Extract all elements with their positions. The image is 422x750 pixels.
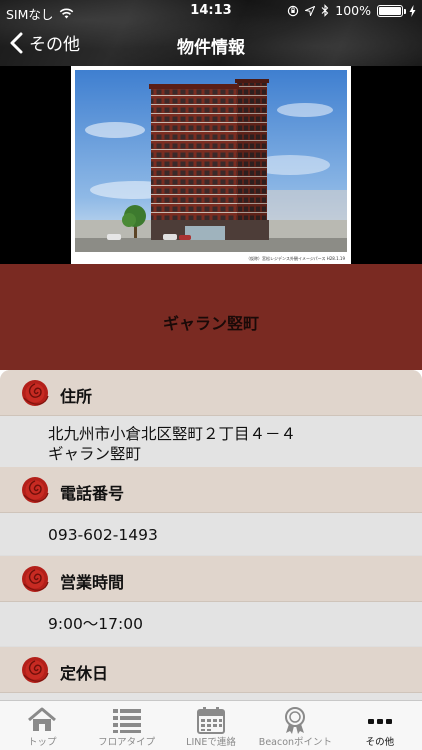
home-icon [28,707,57,731]
section-header-hours: 営業時間 [0,556,422,602]
tab-top[interactable]: トップ [0,701,84,750]
building-image: （仮称）宮松レジデンス外観イメージパース H28.1.19 [71,66,351,264]
hours-text: 9:00〜17:00 [48,615,143,633]
phone-link[interactable]: 093-602-1493 [48,525,158,545]
hero-area: （仮称）宮松レジデンス外観イメージパース H28.1.19 [0,66,422,264]
section-body-hours: 9:00〜17:00 [0,602,422,646]
top-bar: SIMなし 14:13 100% その他 物件情報 [0,0,422,66]
page-title: 物件情報 [177,38,245,58]
tab-bar: トップ フロアタイプ LINEで連絡 Beaconポイント その他 [0,700,422,750]
section-header-phone: 電話番号 [0,467,422,513]
info-card: 住所 北九州市小倉北区竪町２丁目４－４ ギャラン竪町 電話番号 093-602-… [0,370,422,700]
calendar-icon [197,707,226,734]
section-body-phone: 093-602-1493 [0,513,422,555]
image-caption: （仮称）宮松レジデンス外観イメージパース H28.1.19 [246,256,345,261]
tab-label: フロアタイプ [98,737,156,748]
tab-other[interactable]: その他 [338,701,422,750]
tab-label: Beaconポイント [258,737,333,748]
list-icon [112,709,141,733]
battery-icon [377,4,406,17]
charging-icon [409,4,416,17]
building-illustration [75,70,347,252]
address-line-1: 北九州市小倉北区竪町２丁目４－４ [48,425,297,443]
section-label: 定休日 [60,664,109,683]
section-header-address: 住所 [0,370,422,416]
navigation-bar: その他 物件情報 [0,22,422,66]
rose-icon [22,380,49,406]
orientation-lock-icon [288,5,299,16]
property-name: ギャラン竪町 [162,314,259,333]
tab-line-contact[interactable]: LINEで連絡 [169,701,253,750]
address-line-2: ギャラン竪町 [48,445,142,463]
section-label: 住所 [60,387,93,406]
section-body-holiday [0,693,422,700]
battery-percent: 100% [335,3,371,18]
rose-icon [22,477,49,503]
rose-icon [22,657,49,683]
tab-label: その他 [365,737,395,748]
tab-beacon-points[interactable]: Beaconポイント [253,701,337,750]
section-header-holiday: 定休日 [0,647,422,693]
rose-icon [22,566,49,592]
bluetooth-icon [321,4,329,17]
property-name-band: ギャラン竪町 [0,264,422,370]
location-icon [305,5,316,16]
tab-floor-type[interactable]: フロアタイプ [84,701,168,750]
badge-icon [285,707,306,734]
status-bar: SIMなし 14:13 100% [0,0,422,22]
tab-label: トップ [27,737,57,748]
section-label: 営業時間 [60,573,125,592]
more-icon [367,719,392,724]
section-label: 電話番号 [60,484,125,503]
tab-label: LINEで連絡 [186,737,236,748]
